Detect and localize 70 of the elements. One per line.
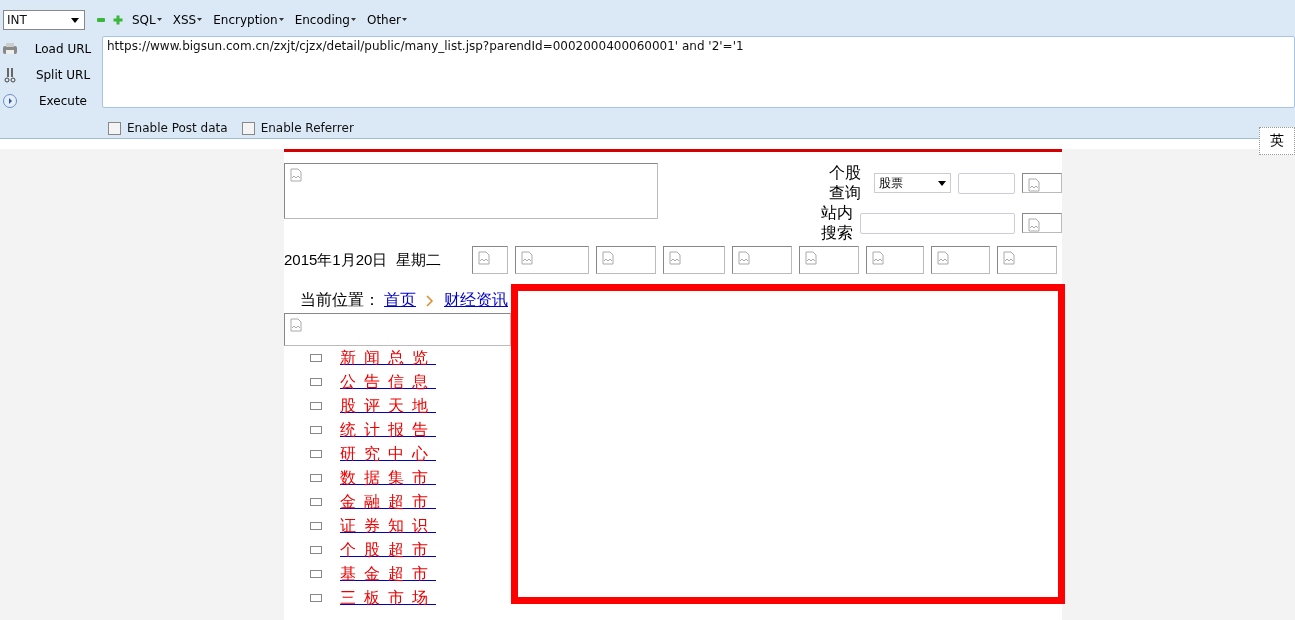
- menu-button[interactable]: Encryption: [211, 13, 286, 27]
- nav-link[interactable]: 统计报告: [340, 419, 436, 441]
- nav-link[interactable]: 研究中心: [340, 443, 436, 465]
- broken-image-icon: [937, 251, 949, 265]
- menu-button[interactable]: Other: [364, 13, 410, 27]
- ime-indicator: 英: [1259, 127, 1295, 155]
- caret-icon: [156, 18, 162, 22]
- play-icon[interactable]: [2, 93, 18, 109]
- bullet-icon: [310, 498, 322, 506]
- stock-select[interactable]: 股票: [874, 173, 951, 193]
- type-select[interactable]: INT: [3, 10, 85, 30]
- minus-icon[interactable]: [96, 15, 106, 25]
- caret-icon: [197, 18, 203, 22]
- caret-icon: [402, 18, 408, 22]
- caret-icon: [278, 18, 284, 22]
- broken-image-icon: [738, 251, 750, 265]
- bullet-icon: [310, 426, 322, 434]
- caret-icon[interactable]: [71, 17, 79, 23]
- broken-image-icon: [1003, 251, 1015, 265]
- bullet-icon: [310, 378, 322, 386]
- menu-button[interactable]: SQL: [130, 13, 164, 27]
- menu-button[interactable]: XSS: [170, 13, 205, 27]
- menu-button[interactable]: Encoding: [292, 13, 358, 27]
- nav-link[interactable]: 金融超市: [340, 491, 436, 513]
- chevron-icon: [426, 294, 434, 307]
- printer-icon[interactable]: [2, 42, 18, 56]
- nav-link[interactable]: 个股超市: [340, 539, 436, 561]
- checkbox-label: Enable Referrer: [260, 121, 354, 135]
- breadcrumb-label: 当前位置：: [300, 290, 380, 310]
- broken-image-icon: [805, 251, 817, 265]
- action-button[interactable]: Execute: [24, 94, 102, 108]
- checkbox[interactable]: [108, 121, 121, 135]
- bullet-icon: [310, 522, 322, 530]
- nav-link[interactable]: 数据集市: [340, 467, 436, 489]
- nav-link[interactable]: 基金超市: [340, 563, 436, 585]
- checkbox-label: Enable Post data: [127, 121, 228, 135]
- broken-image-icon: [669, 251, 681, 265]
- stock-input[interactable]: [958, 172, 1015, 194]
- action-button[interactable]: Load URL: [24, 42, 102, 56]
- nav-link[interactable]: 股评天地: [340, 395, 436, 417]
- nav-link[interactable]: 证券知识: [340, 515, 436, 537]
- stock-query-label: 个股查询: [828, 163, 861, 203]
- date-text: 2015年1月20日 星期二: [284, 250, 442, 270]
- broken-image-icon: [602, 251, 614, 265]
- bullet-icon: [310, 402, 322, 410]
- nav-link[interactable]: 三板市场: [340, 587, 436, 609]
- scissors-icon[interactable]: [2, 67, 18, 83]
- bullet-icon: [310, 450, 322, 458]
- plus-icon[interactable]: [113, 15, 123, 25]
- nav-link[interactable]: 公告信息: [340, 371, 436, 393]
- bullet-icon: [310, 594, 322, 602]
- nav-link[interactable]: 新闻总览: [340, 347, 436, 369]
- site-search-label: 站内搜索: [820, 203, 853, 243]
- broken-image-icon: [290, 318, 302, 332]
- broken-image-icon: [290, 168, 302, 182]
- checkbox[interactable]: [241, 121, 255, 135]
- breadcrumb-link[interactable]: 首页: [384, 290, 416, 311]
- broken-image-icon: [521, 251, 533, 265]
- bullet-icon: [310, 546, 322, 554]
- bullet-icon: [310, 474, 322, 482]
- search-input[interactable]: [860, 212, 1015, 234]
- bullet-icon: [310, 354, 322, 362]
- caret-icon: [350, 18, 356, 22]
- bullet-icon: [310, 570, 322, 578]
- action-button[interactable]: Split URL: [24, 68, 102, 82]
- caret-icon[interactable]: [938, 180, 946, 186]
- breadcrumb-link[interactable]: 财经资讯: [444, 290, 508, 311]
- broken-image-icon: [478, 251, 490, 265]
- url-field[interactable]: https://www.bigsun.com.cn/zxjt/cjzx/detail/public/many_list.jsp?parendId=0002000400060001' and '2'='1: [102, 36, 1295, 108]
- broken-image-icon: [872, 251, 884, 265]
